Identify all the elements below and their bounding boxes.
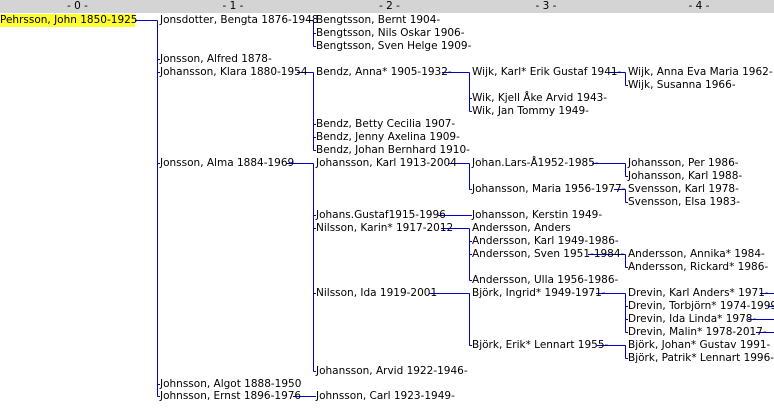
person-node[interactable]: Wik, Jan Tommy 1949- bbox=[472, 105, 589, 118]
person-node[interactable]: Drevin, Malin* 1978-2017- bbox=[628, 326, 767, 339]
column-header-4: - 4 - bbox=[688, 0, 710, 12]
generation-header: - 0 - - 1 - - 2 - - 3 - - 4 - bbox=[0, 0, 774, 13]
person-node[interactable]: Johansson, Kerstin 1949- bbox=[472, 209, 602, 222]
person-node[interactable]: Jonsson, Alma 1884-1969 bbox=[160, 157, 294, 170]
person-node[interactable]: Drevin, Karl Anders* 1971- bbox=[628, 287, 769, 300]
person-node[interactable]: Jonsdotter, Bengta 1876-1948 bbox=[160, 14, 319, 27]
person-node[interactable]: Björk, Erik* Lennart 1955- bbox=[472, 339, 608, 352]
person-node[interactable]: Johansson, Klara 1880-1954 bbox=[160, 66, 308, 79]
person-node[interactable]: Johansson, Karl 1913-2004 bbox=[316, 157, 457, 170]
column-header-1: - 1 - bbox=[222, 0, 244, 12]
person-node[interactable]: Johan.Lars-Å1952-1985- bbox=[472, 157, 599, 170]
person-node[interactable]: Jonsson, Alfred 1878- bbox=[160, 53, 272, 66]
person-node[interactable]: Johansson, Maria 1956-1977- bbox=[472, 183, 625, 196]
person-node[interactable]: Bendz, Jenny Axelina 1909- bbox=[316, 131, 460, 144]
column-header-0: - 0 - bbox=[67, 0, 88, 12]
person-node[interactable]: Bendz, Johan Bernhard 1910- bbox=[316, 144, 470, 157]
person-node[interactable]: Andersson, Ulla 1956-1986- bbox=[472, 274, 618, 287]
person-node-root[interactable]: Pehrsson, John 1850-1925 bbox=[0, 14, 137, 27]
person-node[interactable]: Bengtsson, Sven Helge 1909- bbox=[316, 40, 471, 53]
person-node[interactable]: Bengtsson, Nils Oskar 1906- bbox=[316, 27, 465, 40]
person-node[interactable]: Björk, Johan* Gustav 1991- bbox=[628, 339, 770, 352]
person-node[interactable]: Johans.Gustaf1915-1996 bbox=[316, 209, 446, 222]
person-node[interactable]: Andersson, Rickard* 1986- bbox=[628, 261, 768, 274]
person-node[interactable]: Svensson, Elsa 1983- bbox=[628, 196, 740, 209]
person-node[interactable]: Johansson, Per 1986- bbox=[628, 157, 739, 170]
person-node[interactable]: Johansson, Karl 1988- bbox=[628, 170, 742, 183]
person-node[interactable]: Drevin, Torbjörn* 1974-1999 bbox=[628, 300, 774, 313]
person-node[interactable]: Bendz, Anna* 1905-1932- bbox=[316, 66, 452, 79]
person-node[interactable]: Wijk, Susanna 1966- bbox=[628, 79, 736, 92]
person-node[interactable]: Bengtsson, Bernt 1904- bbox=[316, 14, 440, 27]
person-node[interactable]: Andersson, Anders bbox=[472, 222, 571, 235]
column-header-3: - 3 - bbox=[535, 0, 557, 12]
person-node[interactable]: Björk, Ingrid* 1949-1971- bbox=[472, 287, 606, 300]
person-node[interactable]: Wijk, Anna Eva Maria 1962- bbox=[628, 66, 773, 79]
person-node[interactable]: Johnsson, Carl 1923-1949- bbox=[316, 390, 455, 403]
column-header-2: - 2 - bbox=[379, 0, 400, 12]
person-node[interactable]: Svensson, Karl 1978- bbox=[628, 183, 739, 196]
person-node[interactable]: Andersson, Karl 1949-1986- bbox=[472, 235, 619, 248]
person-node[interactable]: Andersson, Sven 1951-1984- bbox=[472, 248, 624, 261]
person-node[interactable]: Drevin, Ida Linda* 1978- bbox=[628, 313, 756, 326]
person-node[interactable]: Johnsson, Ernst 1896-1976 bbox=[160, 390, 301, 403]
person-node[interactable]: Wijk, Karl* Erik Gustaf 1941- bbox=[472, 66, 621, 79]
person-node[interactable]: Wik, Kjell Åke Arvid 1943- bbox=[472, 92, 607, 105]
person-node[interactable]: Nilsson, Ida 1919-2001 bbox=[316, 287, 437, 300]
person-node[interactable]: Andersson, Annika* 1984- bbox=[628, 248, 765, 261]
person-node[interactable]: Johansson, Arvid 1922-1946- bbox=[316, 365, 468, 378]
person-node[interactable]: Nilsson, Karin* 1917-2012 bbox=[316, 222, 453, 235]
person-node[interactable]: Björk, Patrik* Lennart 1996- bbox=[628, 352, 774, 365]
person-node[interactable]: Bendz, Betty Cecilia 1907- bbox=[316, 118, 455, 131]
